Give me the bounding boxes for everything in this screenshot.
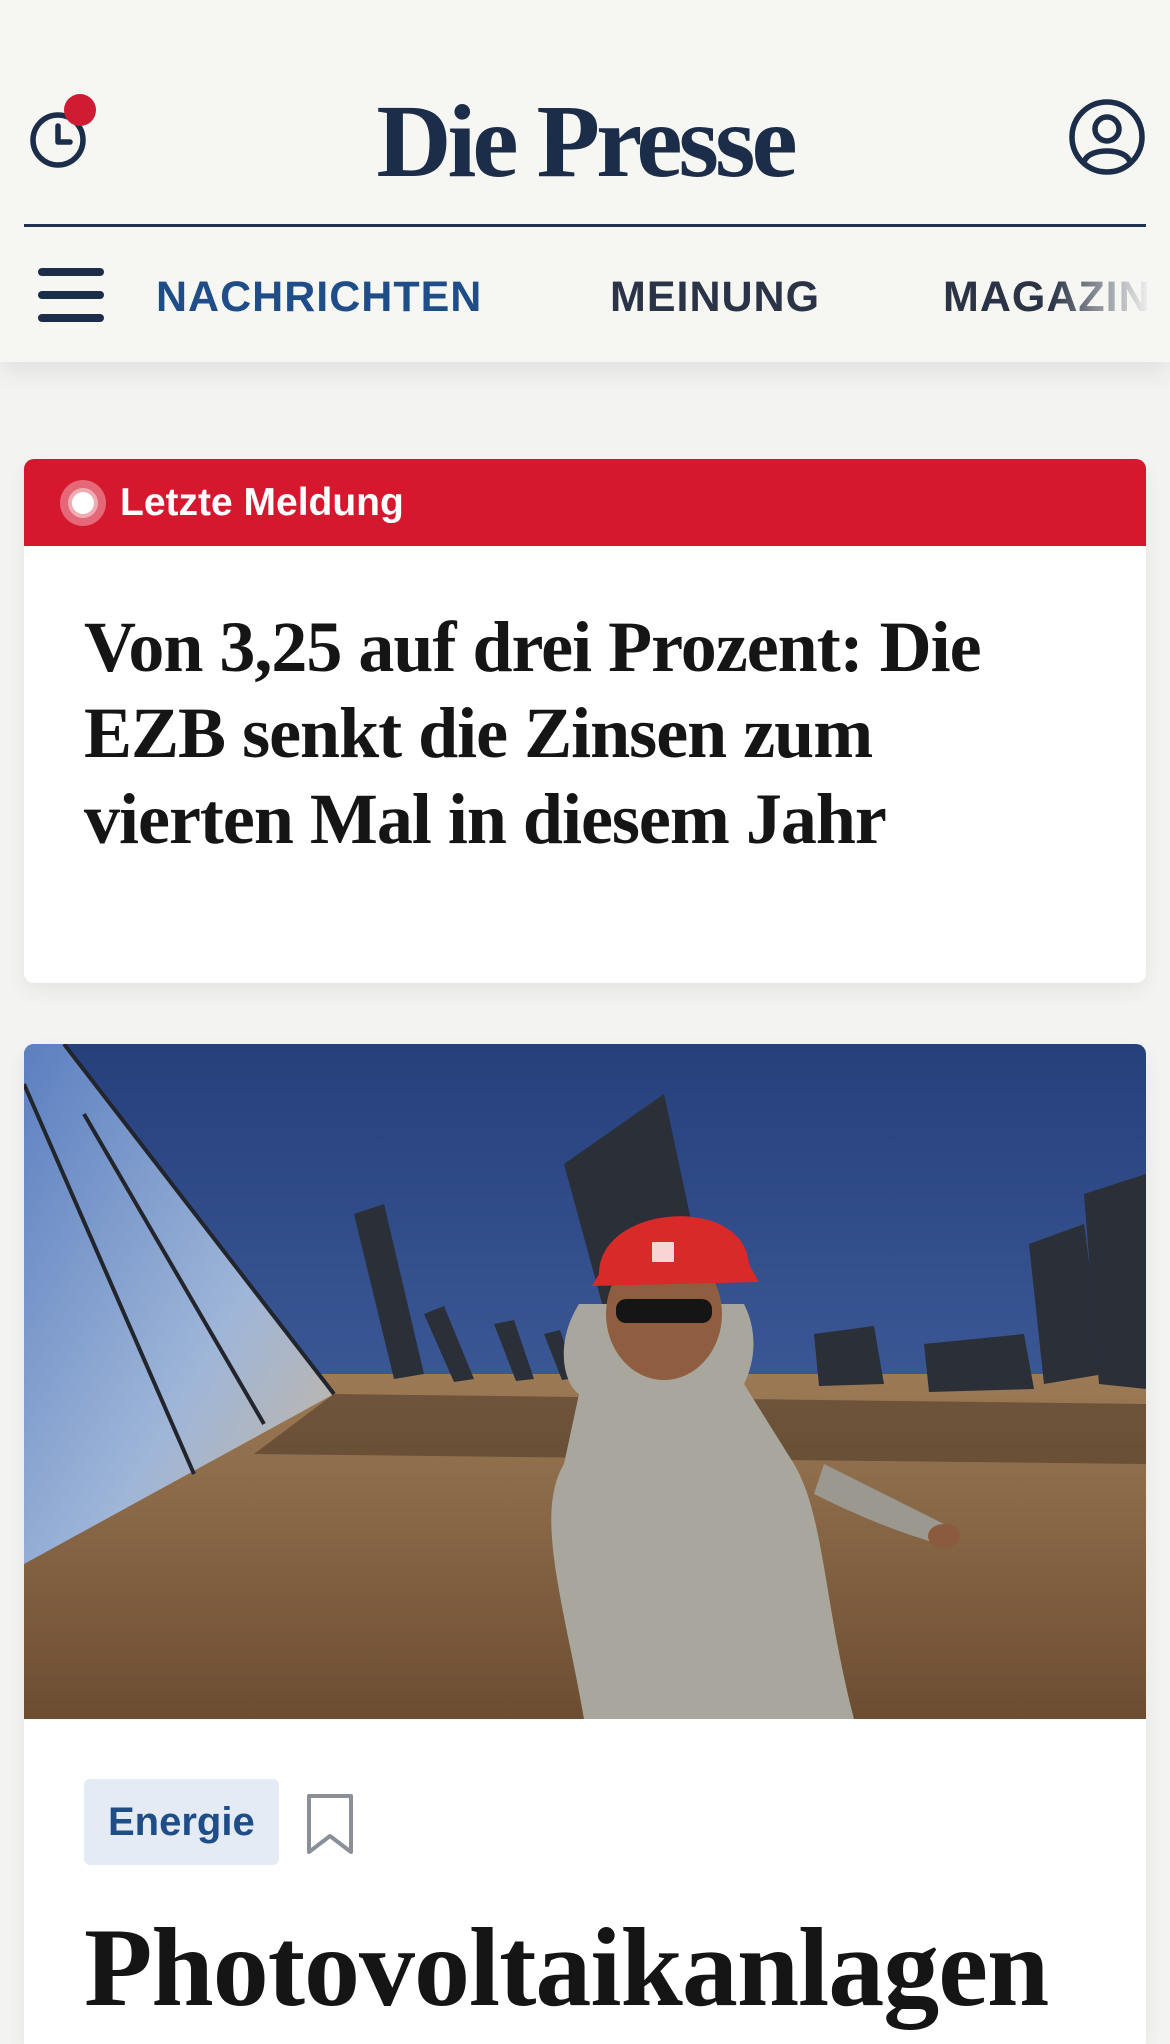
bookmark-icon (307, 1794, 353, 1854)
article-teaser-headline[interactable]: Photovoltaikanlagen (84, 1908, 1124, 2028)
article-teaser-image[interactable] (24, 1044, 1146, 1719)
nav-item-magazin[interactable]: MAGAZIN (943, 273, 1151, 322)
top-bar: Die Presse (24, 60, 1146, 224)
nav-item-meinung[interactable]: MEINUNG (610, 273, 820, 322)
breaking-news-banner: Letzte Meldung (24, 459, 1146, 546)
breaking-news-card[interactable]: Letzte Meldung Von 3,25 auf drei Prozent… (24, 459, 1146, 983)
profile-button[interactable] (1068, 98, 1146, 176)
category-tag-energie[interactable]: Energie (84, 1779, 279, 1865)
article-teaser-card[interactable]: Energie Photovoltaikanlagen (24, 1044, 1146, 2044)
nav-item-nachrichten[interactable]: NACHRICHTEN (156, 273, 482, 322)
bookmark-button[interactable] (304, 1792, 356, 1856)
live-dot-icon (60, 480, 106, 526)
breaking-news-label: Letzte Meldung (120, 481, 404, 524)
hamburger-menu-icon[interactable] (38, 268, 106, 322)
user-profile-icon (1069, 99, 1145, 175)
main-navigation: NACHRICHTEN MEINUNG MAGAZIN (0, 227, 1170, 362)
site-header: Die Presse NACHRICHTEN MEINUNG MAGAZIN (0, 0, 1170, 362)
site-logo[interactable]: Die Presse (24, 80, 1146, 205)
breaking-news-headline[interactable]: Von 3,25 auf drei Prozent: Die EZB senkt… (84, 604, 1084, 862)
